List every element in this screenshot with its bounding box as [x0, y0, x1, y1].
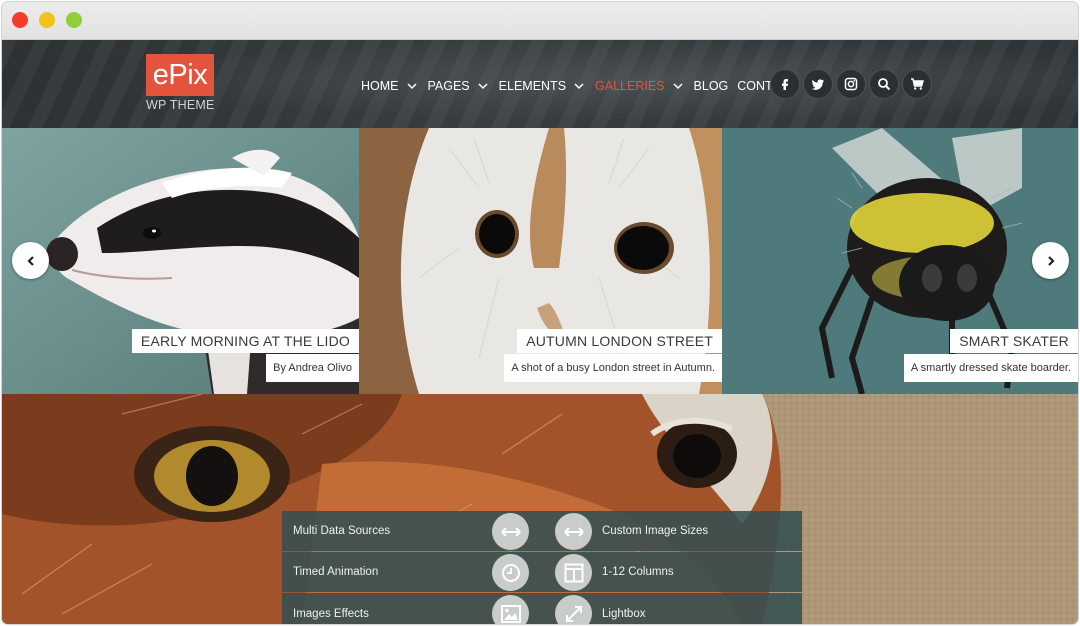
cart-button[interactable] — [902, 69, 932, 99]
clock-icon — [501, 563, 520, 582]
feature-icon-right — [555, 595, 592, 624]
zoom-window-button[interactable] — [66, 12, 82, 28]
nav-item-label: PAGES — [427, 79, 470, 93]
chevron-down-icon — [406, 83, 417, 90]
feature-label: Timed Animation — [293, 566, 379, 578]
logo[interactable]: ePix — [146, 54, 214, 96]
feature-list: Multi Data Sources Timed Animation Image… — [282, 511, 802, 624]
feature-icon-left — [492, 554, 529, 591]
facebook-icon — [782, 79, 788, 90]
horizontal-arrows-icon — [500, 526, 521, 537]
gallery-tile-badger[interactable]: EARLY MORNING AT THE LIDO By Andrea Oliv… — [2, 128, 359, 394]
gallery-tile-bee[interactable]: SMART SKATER A smartly dressed skate boa… — [722, 128, 1078, 394]
slide-subtitle: By Andrea Olivo — [266, 354, 359, 382]
close-window-button[interactable] — [12, 12, 28, 28]
main-nav: HOME PAGES ELEMENTS GALLERIES BLOG CONTA… — [361, 76, 806, 96]
feature-label: Multi Data Sources — [293, 525, 391, 537]
chevron-down-icon — [478, 83, 488, 90]
gallery-tile-owl[interactable]: AUTUMN LONDON STREET A shot of a busy Lo… — [359, 128, 722, 394]
horizontal-arrows-icon — [563, 526, 584, 537]
slide-subtitle: A smartly dressed skate boarder. — [903, 354, 1078, 382]
columns-icon — [564, 563, 583, 582]
feature-icon-right — [555, 554, 592, 591]
logo-tagline: WP THEME — [146, 98, 215, 112]
twitter-icon — [811, 79, 824, 90]
twitter-button[interactable] — [803, 69, 833, 99]
slide-title: AUTUMN LONDON STREET — [517, 329, 722, 353]
nav-item-label: GALLERIES — [595, 79, 665, 93]
cart-icon — [911, 78, 924, 90]
expand-icon — [565, 605, 582, 622]
site-header: ePix WP THEME HOME PAGES ELEMENTS GALLER… — [2, 40, 1078, 128]
nav-item-galleries[interactable]: GALLERIES — [595, 79, 684, 93]
nav-item-elements[interactable]: ELEMENTS — [499, 79, 586, 93]
instagram-button[interactable] — [836, 69, 866, 99]
slider-prev-button[interactable] — [12, 242, 49, 279]
chevron-right-icon — [1047, 255, 1055, 266]
nav-item-pages[interactable]: PAGES — [428, 79, 490, 93]
browser-window: ePix WP THEME HOME PAGES ELEMENTS GALLER… — [2, 2, 1078, 624]
nav-item-label: BLOG — [693, 79, 729, 93]
slide-subtitle: A shot of a busy London street in Autumn… — [504, 354, 722, 382]
nav-item-label: ELEMENTS — [498, 79, 567, 93]
slide-title: EARLY MORNING AT THE LIDO — [131, 329, 359, 353]
feature-label: Images Effects — [293, 608, 369, 620]
chevron-down-icon — [673, 83, 683, 90]
facebook-button[interactable] — [770, 69, 800, 99]
nav-item-label: HOME — [361, 79, 399, 93]
instagram-icon — [844, 77, 858, 91]
chevron-down-icon — [574, 83, 584, 90]
feature-icon-left — [492, 513, 529, 550]
feature-icon-right — [555, 513, 592, 550]
slider-next-button[interactable] — [1032, 242, 1069, 279]
image-icon — [500, 604, 521, 623]
slide-title: SMART SKATER — [950, 329, 1078, 353]
window-titlebar — [2, 2, 1078, 40]
feature-icon-left — [492, 595, 529, 624]
search-button[interactable] — [869, 69, 899, 99]
nav-item-home[interactable]: HOME — [361, 79, 419, 93]
chevron-left-icon — [26, 255, 34, 266]
search-icon — [878, 78, 891, 91]
minimize-window-button[interactable] — [39, 12, 55, 28]
nav-item-blog[interactable]: BLOG — [694, 79, 729, 93]
